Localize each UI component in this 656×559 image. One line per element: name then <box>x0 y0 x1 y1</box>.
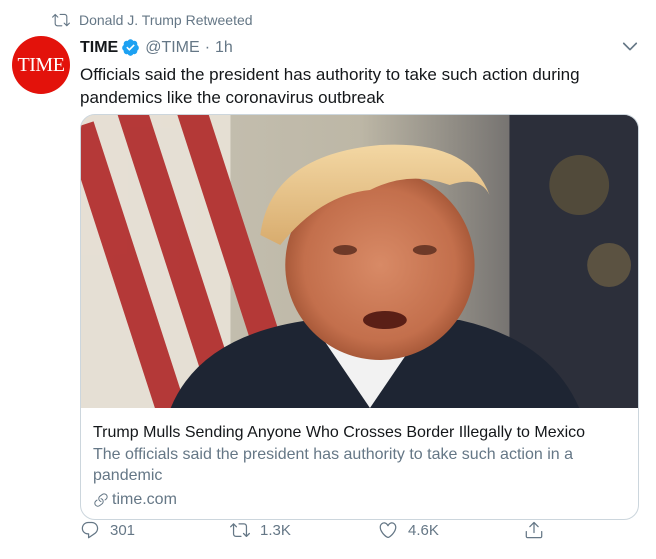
tweet-text: Officials said the president has authori… <box>80 65 580 107</box>
share-button[interactable] <box>524 520 554 540</box>
tweet-header: TIME @TIME · 1h <box>80 38 233 57</box>
verified-badge-icon <box>122 39 140 56</box>
retweet-context[interactable]: Donald J. Trump Retweeted <box>52 11 253 29</box>
link-card[interactable]: Trump Mulls Sending Anyone Who Crosses B… <box>80 114 639 520</box>
chevron-down-icon[interactable] <box>620 36 640 56</box>
avatar-logo-text: TIME <box>17 53 65 76</box>
retweet-button[interactable]: 1.3K <box>230 520 291 540</box>
retweet-count: 1.3K <box>260 521 291 539</box>
heart-icon <box>379 522 397 539</box>
avatar[interactable]: TIME <box>12 36 70 94</box>
link-icon <box>94 493 108 507</box>
card-image <box>81 115 638 408</box>
share-icon <box>525 521 543 539</box>
card-title: Trump Mulls Sending Anyone Who Crosses B… <box>93 424 586 441</box>
like-button[interactable]: 4.6K <box>378 520 439 540</box>
author-handle[interactable]: @TIME <box>145 39 199 57</box>
card-description: The officials said the president has aut… <box>93 446 573 484</box>
retweet-icon <box>52 13 70 27</box>
retweet-context-text: Donald J. Trump Retweeted <box>79 12 253 28</box>
card-domain: time.com <box>93 491 626 509</box>
reply-icon <box>81 521 99 539</box>
reply-count: 301 <box>110 521 136 539</box>
author-name[interactable]: TIME <box>80 39 118 57</box>
reply-button[interactable]: 301 <box>80 520 135 540</box>
separator-dot: · <box>204 38 211 56</box>
retweet-icon <box>230 523 250 538</box>
card-domain-text: time.com <box>112 491 177 508</box>
like-count: 4.6K <box>408 521 439 539</box>
tweet-timestamp[interactable]: 1h <box>215 39 233 57</box>
